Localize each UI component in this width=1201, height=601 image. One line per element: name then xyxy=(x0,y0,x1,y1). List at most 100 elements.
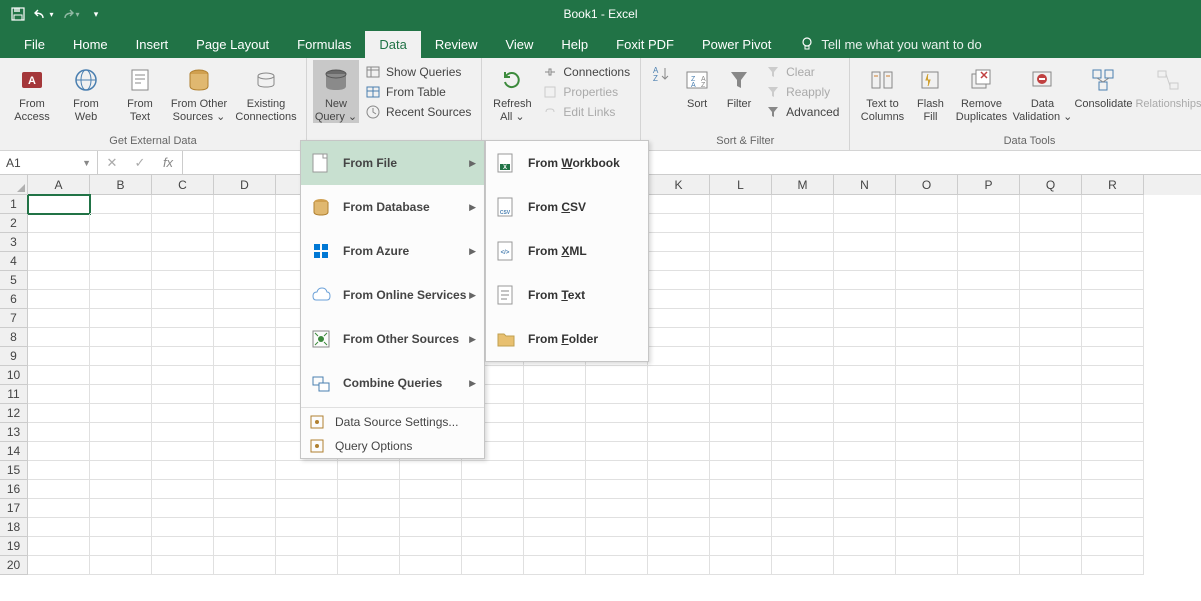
cell[interactable] xyxy=(648,499,710,518)
menu-item[interactable]: </>From XML xyxy=(486,229,648,273)
from-table-button[interactable]: From Table xyxy=(361,83,475,101)
cell[interactable] xyxy=(152,385,214,404)
cell[interactable] xyxy=(1020,461,1082,480)
cell[interactable] xyxy=(1082,556,1144,575)
new-query-button[interactable]: NewQuery ⌄ xyxy=(313,60,359,123)
cell[interactable] xyxy=(710,347,772,366)
cell[interactable] xyxy=(710,309,772,328)
cell[interactable] xyxy=(338,499,400,518)
cell[interactable] xyxy=(958,461,1020,480)
cell[interactable] xyxy=(214,461,276,480)
undo-button[interactable]: ▾ xyxy=(32,2,56,26)
cell[interactable] xyxy=(28,423,90,442)
cell[interactable] xyxy=(896,328,958,347)
cell[interactable] xyxy=(710,252,772,271)
cell[interactable] xyxy=(28,309,90,328)
cell[interactable] xyxy=(772,518,834,537)
cell[interactable] xyxy=(772,442,834,461)
recent-sources-button[interactable]: Recent Sources xyxy=(361,103,475,121)
cell[interactable] xyxy=(1020,404,1082,423)
tab-foxit-pdf[interactable]: Foxit PDF xyxy=(602,31,688,58)
cell[interactable] xyxy=(1082,385,1144,404)
cell[interactable] xyxy=(214,328,276,347)
cell[interactable] xyxy=(90,290,152,309)
cell[interactable] xyxy=(772,480,834,499)
cell[interactable] xyxy=(958,556,1020,575)
cell[interactable] xyxy=(834,214,896,233)
cell[interactable] xyxy=(152,347,214,366)
row-header[interactable]: 8 xyxy=(0,328,28,347)
cell[interactable] xyxy=(338,518,400,537)
cell[interactable] xyxy=(524,556,586,575)
cell[interactable] xyxy=(276,499,338,518)
cell[interactable] xyxy=(772,233,834,252)
cell[interactable] xyxy=(524,385,586,404)
cell[interactable] xyxy=(648,518,710,537)
cell[interactable] xyxy=(152,195,214,214)
sort-button[interactable]: ZAAZSort xyxy=(677,60,717,111)
show-queries-button[interactable]: Show Queries xyxy=(361,63,475,81)
cell[interactable] xyxy=(462,556,524,575)
cell[interactable] xyxy=(214,252,276,271)
cell[interactable] xyxy=(214,214,276,233)
cell[interactable] xyxy=(524,537,586,556)
cell[interactable] xyxy=(834,404,896,423)
cell[interactable] xyxy=(28,556,90,575)
row-header[interactable]: 5 xyxy=(0,271,28,290)
cell[interactable] xyxy=(90,233,152,252)
cell[interactable] xyxy=(958,271,1020,290)
cell[interactable] xyxy=(586,499,648,518)
cell[interactable] xyxy=(648,366,710,385)
cell[interactable] xyxy=(648,309,710,328)
cell[interactable] xyxy=(710,214,772,233)
tab-file[interactable]: File xyxy=(10,31,59,58)
tab-page-layout[interactable]: Page Layout xyxy=(182,31,283,58)
cell[interactable] xyxy=(772,195,834,214)
cell[interactable] xyxy=(524,518,586,537)
cell[interactable] xyxy=(772,499,834,518)
cell[interactable] xyxy=(90,252,152,271)
cell[interactable] xyxy=(772,404,834,423)
cell[interactable] xyxy=(648,347,710,366)
cell[interactable] xyxy=(958,480,1020,499)
column-header[interactable]: Q xyxy=(1020,175,1082,195)
menu-item[interactable]: From Text xyxy=(486,273,648,317)
from-access-button[interactable]: AFromAccess xyxy=(6,60,58,123)
cell[interactable] xyxy=(214,556,276,575)
cell[interactable] xyxy=(834,309,896,328)
cell[interactable] xyxy=(834,556,896,575)
cell[interactable] xyxy=(1082,423,1144,442)
cell[interactable] xyxy=(214,518,276,537)
cell[interactable] xyxy=(1082,518,1144,537)
cell[interactable] xyxy=(834,366,896,385)
menu-item[interactable]: From Azure▶ xyxy=(301,229,484,273)
cell[interactable] xyxy=(214,271,276,290)
row-header[interactable]: 13 xyxy=(0,423,28,442)
cell[interactable] xyxy=(1082,366,1144,385)
cell[interactable] xyxy=(462,499,524,518)
cell[interactable] xyxy=(896,480,958,499)
cell[interactable] xyxy=(524,442,586,461)
cell[interactable] xyxy=(1020,480,1082,499)
cell[interactable] xyxy=(958,518,1020,537)
cell[interactable] xyxy=(28,328,90,347)
cell[interactable] xyxy=(958,499,1020,518)
row-header[interactable]: 9 xyxy=(0,347,28,366)
cell[interactable] xyxy=(28,442,90,461)
row-header[interactable]: 20 xyxy=(0,556,28,575)
cell[interactable] xyxy=(28,499,90,518)
cell[interactable] xyxy=(1082,480,1144,499)
cell[interactable] xyxy=(896,518,958,537)
cell[interactable] xyxy=(152,461,214,480)
cell[interactable] xyxy=(462,461,524,480)
cell[interactable] xyxy=(648,442,710,461)
menu-item[interactable]: XFrom Workbook xyxy=(486,141,648,185)
cell[interactable] xyxy=(28,480,90,499)
cell[interactable] xyxy=(90,480,152,499)
cell[interactable] xyxy=(896,442,958,461)
cell[interactable] xyxy=(1082,347,1144,366)
cell[interactable] xyxy=(28,537,90,556)
cell[interactable] xyxy=(772,556,834,575)
cell[interactable] xyxy=(338,556,400,575)
cell[interactable] xyxy=(834,499,896,518)
